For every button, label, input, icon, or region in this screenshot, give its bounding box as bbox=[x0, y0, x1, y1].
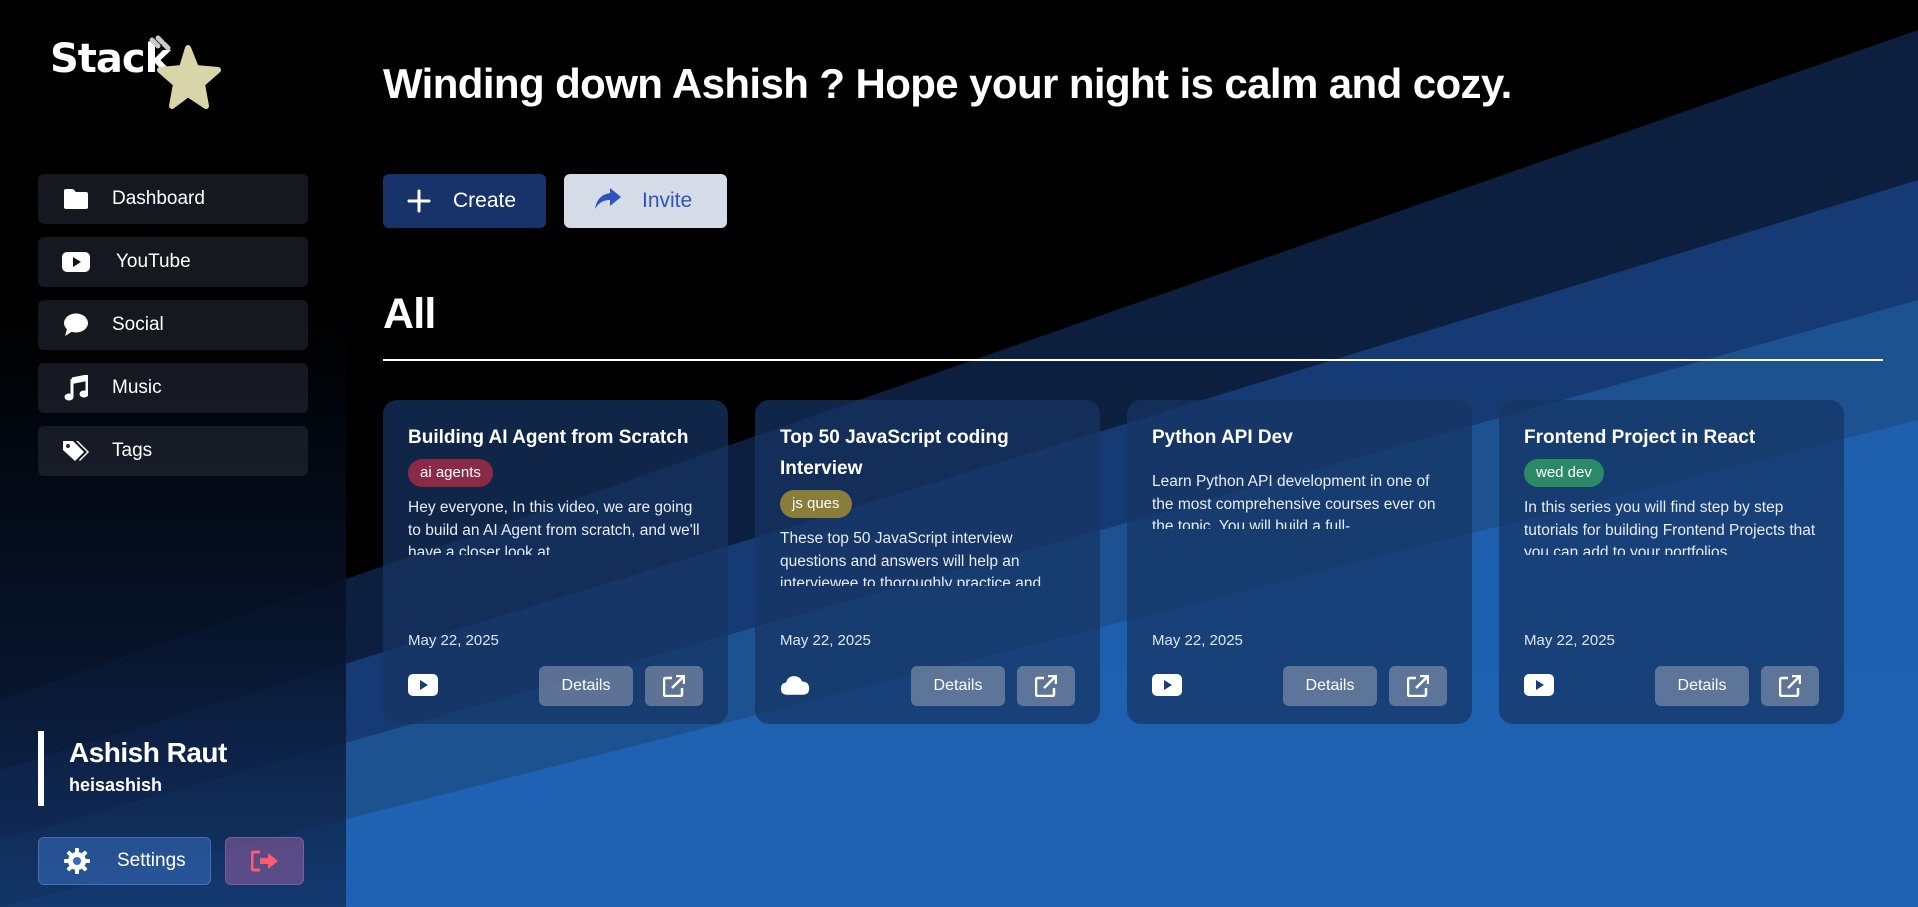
sidebar-item-youtube[interactable]: YouTube bbox=[38, 237, 308, 287]
star-icon bbox=[149, 35, 221, 109]
youtube-icon bbox=[62, 248, 90, 276]
details-button[interactable]: Details bbox=[539, 666, 633, 706]
user-profile: Ashish Raut heisashish bbox=[38, 731, 308, 806]
sidebar-item-dashboard[interactable]: Dashboard bbox=[38, 174, 308, 224]
content-card-list: Building AI Agent from Scratch ai agents… bbox=[383, 400, 1844, 724]
greeting-heading: Winding down Ashish ? Hope your night is… bbox=[383, 60, 1512, 107]
section-title: All bbox=[383, 290, 436, 338]
sidebar-nav: Dashboard YouTube Social Music Tags bbox=[38, 174, 308, 489]
content-card: Top 50 JavaScript coding Interview js qu… bbox=[755, 400, 1100, 724]
card-title: Frontend Project in React bbox=[1524, 427, 1756, 448]
section-divider bbox=[383, 359, 1883, 361]
youtube-icon bbox=[1152, 672, 1182, 698]
card-date: May 22, 2025 bbox=[408, 632, 499, 649]
open-link-button[interactable] bbox=[1389, 666, 1447, 706]
card-description: Hey everyone, In this video, we are goin… bbox=[408, 499, 700, 555]
cloud-icon bbox=[780, 672, 810, 698]
invite-label: Invite bbox=[642, 189, 693, 212]
card-date: May 22, 2025 bbox=[1152, 632, 1243, 649]
invite-button[interactable]: Invite bbox=[564, 174, 727, 228]
create-label: Create bbox=[453, 189, 517, 212]
sidebar-item-label: Tags bbox=[112, 440, 153, 461]
folder-icon bbox=[62, 185, 90, 213]
card-description: In this series you will find step by ste… bbox=[1524, 499, 1816, 555]
sidebar-item-label: Music bbox=[112, 377, 162, 398]
gear-icon bbox=[63, 847, 91, 875]
card-title: Top 50 JavaScript coding Interview bbox=[780, 427, 1009, 479]
external-link-icon bbox=[1779, 675, 1801, 697]
card-tag[interactable]: js ques bbox=[780, 490, 852, 518]
card-date: May 22, 2025 bbox=[780, 632, 871, 649]
card-description: These top 50 JavaScript interview questi… bbox=[780, 530, 1042, 586]
content-card: Frontend Project in React wed dev In thi… bbox=[1499, 400, 1844, 724]
logout-button[interactable] bbox=[225, 837, 304, 885]
user-handle: heisashish bbox=[69, 775, 163, 795]
card-title: Building AI Agent from Scratch bbox=[408, 427, 689, 448]
music-note-icon bbox=[62, 374, 90, 402]
open-link-button[interactable] bbox=[1017, 666, 1075, 706]
tags-icon bbox=[62, 437, 90, 465]
logo[interactable]: Stack bbox=[50, 34, 221, 114]
sidebar: Stack Dashboard YouTube Social Music Tag… bbox=[0, 0, 346, 907]
details-button[interactable]: Details bbox=[1283, 666, 1377, 706]
main-content: Winding down Ashish ? Hope your night is… bbox=[383, 0, 1883, 907]
sidebar-item-tags[interactable]: Tags bbox=[38, 426, 308, 476]
content-card: Building AI Agent from Scratch ai agents… bbox=[383, 400, 728, 724]
card-tag[interactable]: ai agents bbox=[408, 459, 493, 487]
details-button[interactable]: Details bbox=[911, 666, 1005, 706]
youtube-icon bbox=[1524, 672, 1554, 698]
card-date: May 22, 2025 bbox=[1524, 632, 1615, 649]
sidebar-item-label: Social bbox=[112, 314, 164, 335]
logout-icon bbox=[250, 850, 278, 872]
sidebar-item-label: Dashboard bbox=[112, 188, 205, 209]
user-name: Ashish Raut bbox=[69, 737, 227, 768]
youtube-icon bbox=[408, 672, 438, 698]
card-title: Python API Dev bbox=[1152, 427, 1293, 448]
external-link-icon bbox=[1035, 675, 1057, 697]
share-icon bbox=[594, 187, 622, 215]
external-link-icon bbox=[1407, 675, 1429, 697]
settings-button[interactable]: Settings bbox=[38, 837, 211, 885]
sidebar-item-music[interactable]: Music bbox=[38, 363, 308, 413]
create-button[interactable]: Create bbox=[383, 174, 546, 228]
settings-label: Settings bbox=[117, 850, 186, 871]
card-description: Learn Python API development in one of t… bbox=[1152, 473, 1436, 529]
card-tag[interactable]: wed dev bbox=[1524, 459, 1604, 487]
content-card: Python API Dev Learn Python API developm… bbox=[1127, 400, 1472, 724]
details-button[interactable]: Details bbox=[1655, 666, 1749, 706]
open-link-button[interactable] bbox=[1761, 666, 1819, 706]
plus-icon bbox=[407, 189, 431, 213]
sidebar-item-social[interactable]: Social bbox=[38, 300, 308, 350]
external-link-icon bbox=[663, 675, 685, 697]
open-link-button[interactable] bbox=[645, 666, 703, 706]
chat-bubble-icon bbox=[62, 311, 90, 339]
sidebar-item-label: YouTube bbox=[116, 251, 191, 272]
